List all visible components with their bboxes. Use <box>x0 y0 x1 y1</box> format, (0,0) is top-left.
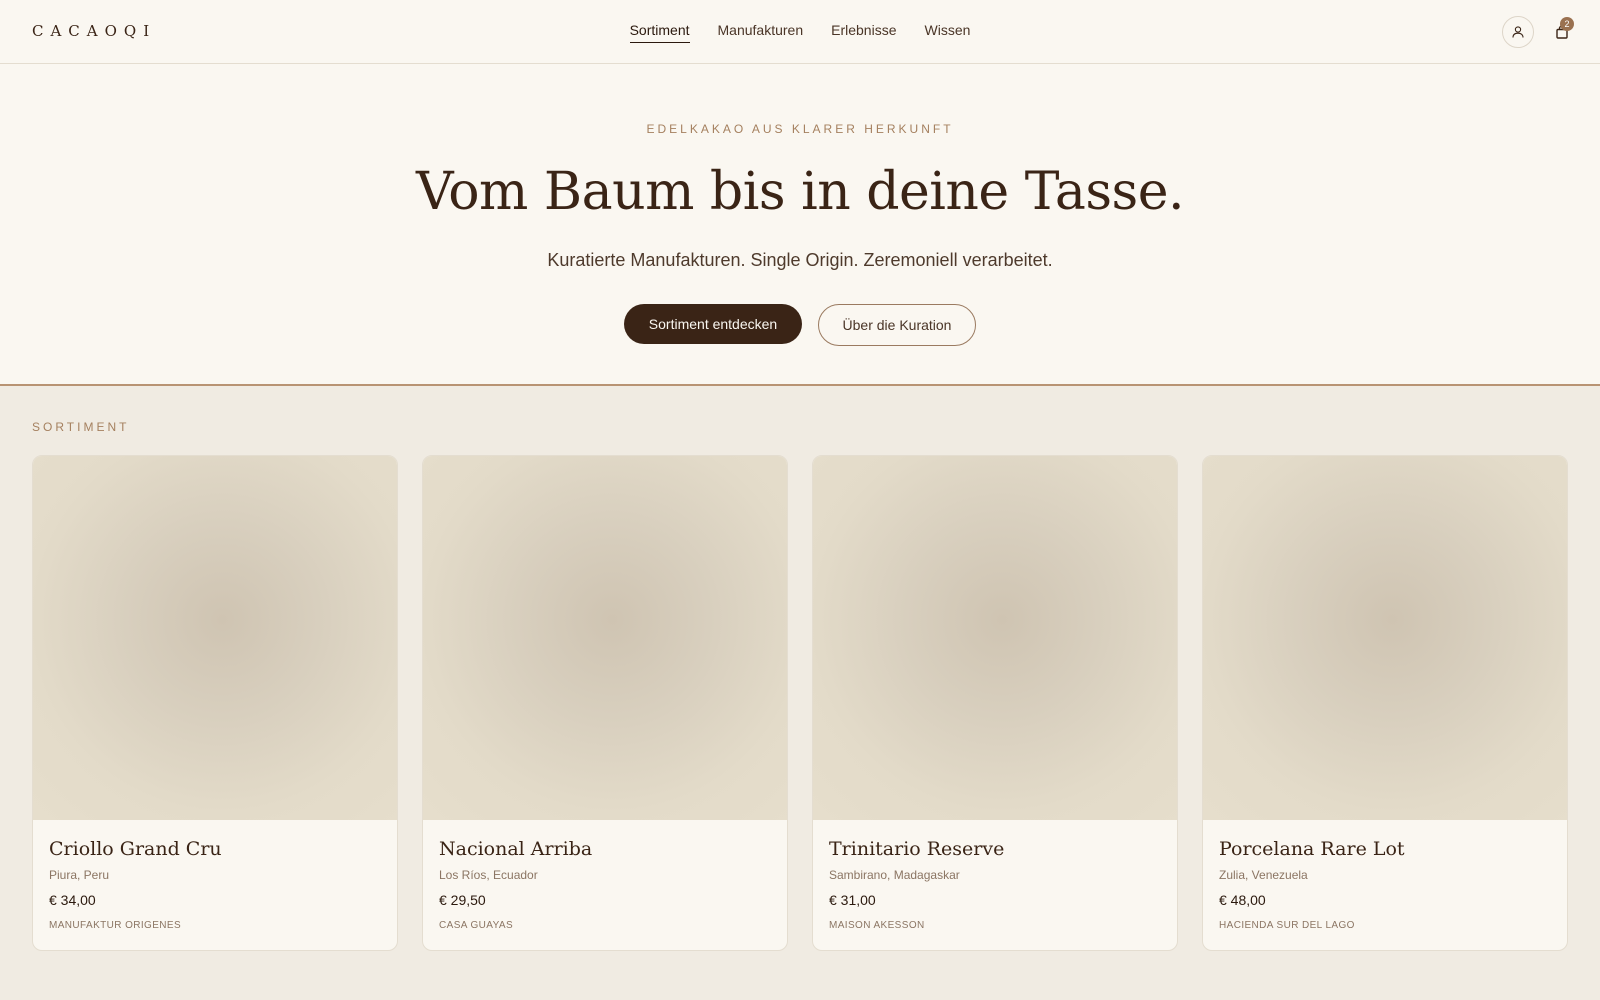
product-maker: Manufaktur Origenes <box>49 920 182 931</box>
main-nav: Sortiment Manufakturen Erlebnisse Wissen <box>0 22 1600 43</box>
product-info: Criollo Grand Cru Piura, Peru € 34,00 Ma… <box>33 820 397 947</box>
product-maker: Maison Akesson <box>829 920 925 931</box>
product-card[interactable]: Nacional Arriba Los Ríos, Ecuador € 29,5… <box>422 455 788 951</box>
nav-item-erlebnisse[interactable]: Erlebnisse <box>831 22 896 43</box>
nav-item-sortiment[interactable]: Sortiment <box>629 22 690 43</box>
product-maker: Hacienda Sur del Lago <box>1219 920 1355 931</box>
product-image <box>1203 456 1567 820</box>
site-header: CACAOQI Sortiment Manufakturen Erlebniss… <box>0 0 1600 64</box>
product-info: Nacional Arriba Los Ríos, Ecuador € 29,5… <box>423 820 787 947</box>
product-name: Criollo Grand Cru <box>49 838 222 860</box>
product-image <box>813 456 1177 820</box>
nav-item-wissen[interactable]: Wissen <box>925 22 971 43</box>
product-info: Porcelana Rare Lot Zulia, Venezuela € 48… <box>1203 820 1567 947</box>
cart-button[interactable]: 2 <box>1550 17 1574 44</box>
product-card[interactable]: Trinitario Reserve Sambirano, Madagaskar… <box>812 455 1178 951</box>
product-price: € 34,00 <box>49 892 96 908</box>
hero-section: EDELKAKAO AUS KLARER HERKUNFT Vom Baum b… <box>0 64 1600 386</box>
catalogue-section: SORTIMENT Criollo Grand Cru Piura, Peru … <box>0 386 1600 1000</box>
about-curation-button[interactable]: Über die Kuration <box>818 304 976 346</box>
product-maker: Casa Guayas <box>439 920 514 931</box>
product-origin: Zulia, Venezuela <box>1219 868 1308 882</box>
hero-subtitle: Kuratierte Manufakturen. Single Origin. … <box>547 250 1053 270</box>
user-icon <box>1512 26 1524 38</box>
product-image <box>33 456 397 820</box>
section-label: SORTIMENT <box>32 420 130 434</box>
nav-item-manufakturen[interactable]: Manufakturen <box>718 22 804 43</box>
product-card[interactable]: Porcelana Rare Lot Zulia, Venezuela € 48… <box>1202 455 1568 951</box>
product-price: € 31,00 <box>829 892 876 908</box>
hero-title: Vom Baum bis in deine Tasse. <box>415 162 1185 222</box>
product-origin: Piura, Peru <box>49 868 110 882</box>
product-card[interactable]: Criollo Grand Cru Piura, Peru € 34,00 Ma… <box>32 455 398 951</box>
product-price: € 48,00 <box>1219 892 1266 908</box>
hero-eyebrow: EDELKAKAO AUS KLARER HERKUNFT <box>646 122 954 136</box>
product-origin: Los Ríos, Ecuador <box>439 868 538 882</box>
product-grid: Criollo Grand Cru Piura, Peru € 34,00 Ma… <box>32 455 1568 951</box>
account-button[interactable] <box>1502 16 1534 48</box>
discover-catalogue-button[interactable]: Sortiment entdecken <box>624 304 802 344</box>
product-info: Trinitario Reserve Sambirano, Madagaskar… <box>813 820 1177 947</box>
product-name: Nacional Arriba <box>439 838 593 860</box>
product-name: Porcelana Rare Lot <box>1219 838 1405 860</box>
product-name: Trinitario Reserve <box>829 838 1005 860</box>
cart-count-badge: 2 <box>1560 17 1574 31</box>
product-origin: Sambirano, Madagaskar <box>829 868 960 882</box>
product-price: € 29,50 <box>439 892 486 908</box>
product-image <box>423 456 787 820</box>
hero-actions: Sortiment entdecken Über die Kuration <box>0 304 1600 346</box>
